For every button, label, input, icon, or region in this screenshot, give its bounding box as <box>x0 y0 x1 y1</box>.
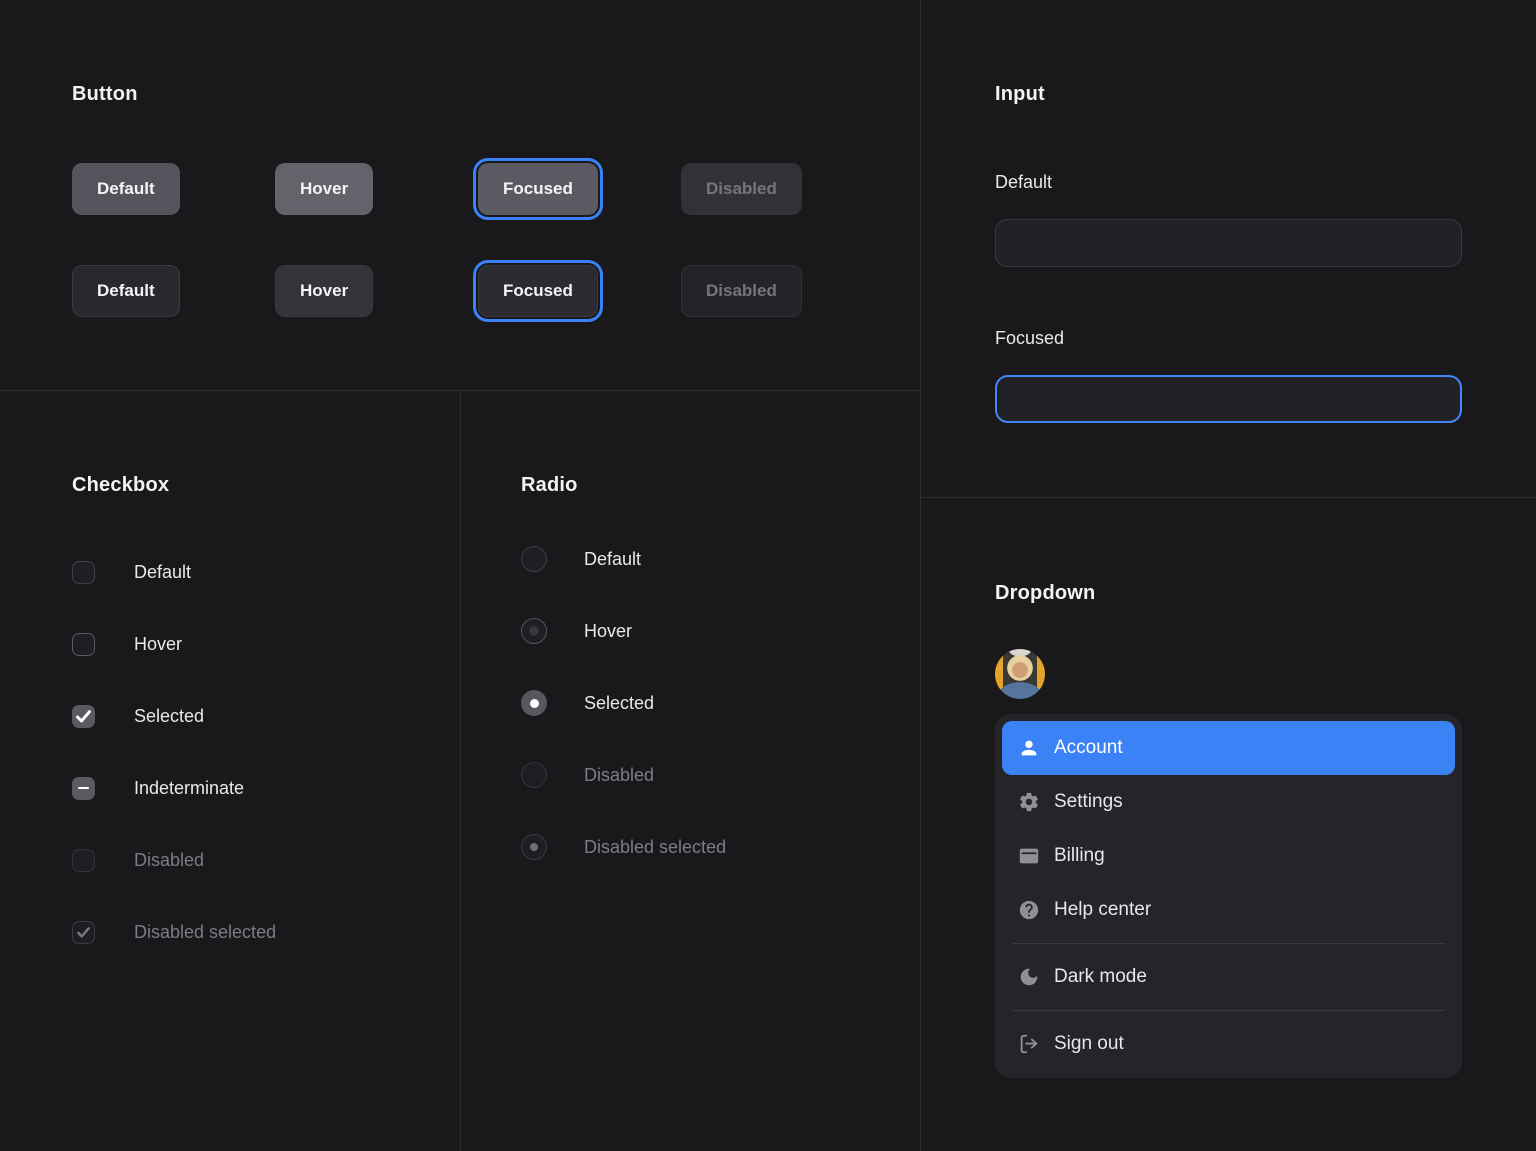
checkbox-disabled-selected <box>72 921 95 944</box>
gear-icon <box>1018 791 1040 813</box>
moon-icon <box>1018 966 1040 988</box>
input-focused-label: Focused <box>995 326 1064 350</box>
radio-label: Hover <box>584 618 632 644</box>
divider-vertical-checkbox-radio <box>460 391 461 1151</box>
button-secondary-disabled: Disabled <box>681 265 802 317</box>
dropdown-section-title: Dropdown <box>995 581 1462 605</box>
menu-item-billing[interactable]: Billing <box>1002 829 1455 883</box>
menu-item-sign-out[interactable]: Sign out <box>1002 1017 1455 1071</box>
checkbox-hover[interactable] <box>72 633 95 656</box>
input-section: Input Default Focused <box>995 82 1462 462</box>
radio-item-hover: Hover <box>521 618 632 644</box>
radio-selected[interactable] <box>521 690 547 716</box>
checkbox-selected[interactable] <box>72 705 95 728</box>
radio-label: Default <box>584 546 641 572</box>
input-section-title: Input <box>995 82 1462 106</box>
menu-item-label: Settings <box>1054 791 1123 813</box>
menu-item-account[interactable]: Account <box>1002 721 1455 775</box>
button-section: Button Default Hover Focused Disabled De… <box>72 82 902 342</box>
button-secondary-focused[interactable]: Focused <box>478 265 598 317</box>
checkbox-item-indeterminate: Indeterminate <box>72 776 244 800</box>
radio-default[interactable] <box>521 546 547 572</box>
checkbox-label: Hover <box>134 632 182 656</box>
menu-item-help-center[interactable]: Help center <box>1002 883 1455 937</box>
input-focused[interactable] <box>995 375 1462 423</box>
radio-item-disabled-selected: Disabled selected <box>521 834 726 860</box>
radio-label: Selected <box>584 690 654 716</box>
button-secondary-default[interactable]: Default <box>72 265 180 317</box>
dropdown-menu: Account Settings Billing Help center <box>995 714 1462 1078</box>
radio-label: Disabled selected <box>584 834 726 860</box>
button-row-primary: Default Hover Focused Disabled <box>72 163 887 215</box>
checkbox-item-hover: Hover <box>72 632 182 656</box>
checkbox-label: Disabled <box>134 848 204 872</box>
radio-label: Disabled <box>584 762 654 788</box>
checkbox-label: Indeterminate <box>134 776 244 800</box>
divider-vertical-main <box>920 0 921 1151</box>
menu-item-label: Help center <box>1054 899 1151 921</box>
checkbox-indeterminate[interactable] <box>72 777 95 800</box>
checkbox-section-title: Checkbox <box>72 473 432 497</box>
radio-item-disabled: Disabled <box>521 762 654 788</box>
button-primary-focused[interactable]: Focused <box>478 163 598 215</box>
checkbox-default[interactable] <box>72 561 95 584</box>
checkbox-item-selected: Selected <box>72 704 204 728</box>
menu-item-label: Dark mode <box>1054 966 1147 988</box>
check-icon <box>77 927 90 938</box>
menu-divider <box>1012 943 1445 944</box>
menu-item-label: Account <box>1054 737 1123 759</box>
help-circle-icon <box>1018 899 1040 921</box>
button-primary-default[interactable]: Default <box>72 163 180 215</box>
radio-section: Radio Default Hover Selected Disabled Di… <box>521 473 881 893</box>
checkbox-label: Default <box>134 560 191 584</box>
menu-item-settings[interactable]: Settings <box>1002 775 1455 829</box>
checkbox-label: Disabled selected <box>134 920 276 944</box>
radio-item-default: Default <box>521 546 641 572</box>
component-showcase: Button Default Hover Focused Disabled De… <box>0 0 1536 1151</box>
checkbox-item-disabled-selected: Disabled selected <box>72 920 276 944</box>
menu-item-label: Sign out <box>1054 1033 1124 1055</box>
divider-horizontal-right <box>921 497 1536 498</box>
person-icon <box>1018 737 1040 759</box>
button-secondary-hover[interactable]: Hover <box>275 265 373 317</box>
credit-card-icon <box>1018 845 1040 867</box>
check-icon <box>76 710 91 723</box>
dropdown-section: Dropdown Account Settings Billing <box>995 581 1462 1121</box>
radio-hover[interactable] <box>521 618 547 644</box>
menu-item-label: Billing <box>1054 845 1105 867</box>
input-default-label: Default <box>995 170 1052 194</box>
radio-section-title: Radio <box>521 473 881 497</box>
radio-disabled <box>521 762 547 788</box>
button-section-title: Button <box>72 82 902 106</box>
indeterminate-dash-icon <box>78 787 89 790</box>
checkbox-label: Selected <box>134 704 204 728</box>
sign-out-icon <box>1018 1033 1040 1055</box>
radio-item-selected: Selected <box>521 690 654 716</box>
menu-item-dark-mode[interactable]: Dark mode <box>1002 950 1455 1004</box>
menu-divider <box>1012 1010 1445 1011</box>
input-default[interactable] <box>995 219 1462 267</box>
checkbox-section: Checkbox Default Hover Selected Indeterm… <box>72 473 432 953</box>
radio-disabled-selected <box>521 834 547 860</box>
user-avatar[interactable] <box>995 649 1045 699</box>
checkbox-item-disabled: Disabled <box>72 848 204 872</box>
button-row-secondary: Default Hover Focused Disabled <box>72 265 887 317</box>
button-primary-hover[interactable]: Hover <box>275 163 373 215</box>
checkbox-item-default: Default <box>72 560 191 584</box>
button-primary-disabled: Disabled <box>681 163 802 215</box>
checkbox-disabled <box>72 849 95 872</box>
